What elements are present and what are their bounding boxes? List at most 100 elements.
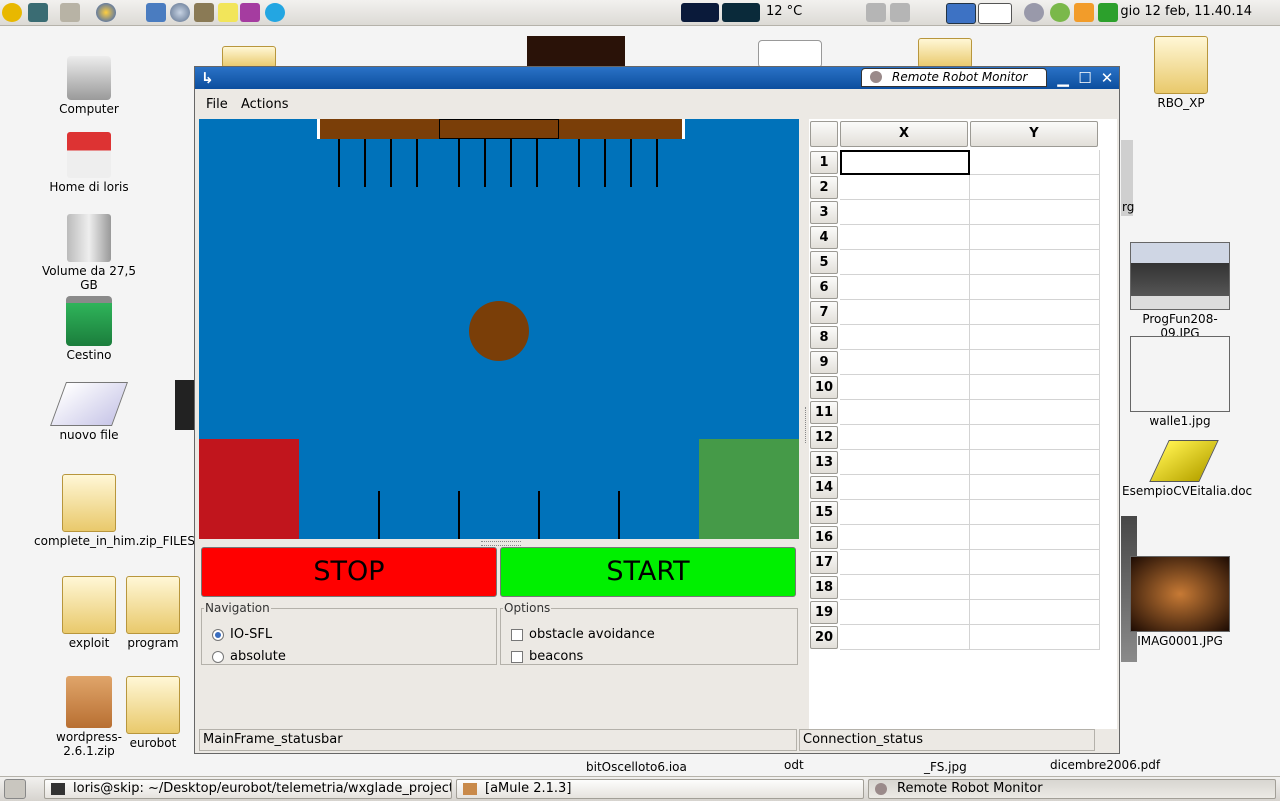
desktop-icon-computer[interactable]: Computer [34, 56, 144, 116]
row-header[interactable]: 1 [810, 151, 838, 174]
title-bar[interactable]: ↳ Remote Robot Monitor ▁ ☐ ✕ [195, 67, 1119, 89]
desktop-icon-esempiocv[interactable]: EsempioCVEitalia.doc [1122, 440, 1252, 498]
coordinates-grid[interactable]: X Y 1 2 3 4 5 6 7 8 9 10 11 12 13 14 15 16 17 18 19 20 [809, 119, 1117, 729]
folder-icon[interactable] [918, 38, 972, 68]
row-header[interactable]: 6 [810, 276, 838, 299]
desktop-icon-label[interactable]: bitOscelloto6.ioa [586, 760, 687, 774]
grid-cell-x[interactable] [840, 400, 970, 425]
row-header[interactable]: 7 [810, 301, 838, 324]
row-header[interactable]: 4 [810, 226, 838, 249]
checkbox-indicator[interactable] [511, 650, 523, 663]
grid-cell-x[interactable] [840, 525, 970, 550]
desktop-icon-progfun[interactable]: ProgFun208-09.JPG [1124, 242, 1236, 340]
column-header-y[interactable]: Y [970, 121, 1098, 147]
grid-cell-y[interactable] [970, 250, 1100, 275]
desktop-icon-label[interactable]: dicembre2006.pdf [1050, 758, 1160, 772]
notification-icon[interactable] [1074, 3, 1094, 22]
grid-cell-x[interactable] [840, 200, 970, 225]
skype-launcher-icon[interactable] [265, 3, 285, 22]
grid-cell-x[interactable] [840, 325, 970, 350]
task-terminal[interactable]: loris@skip: ~/Desktop/eurobot/telemetria… [44, 779, 452, 799]
editor-launcher-icon[interactable] [146, 3, 166, 22]
grid-cell-y[interactable] [970, 475, 1100, 500]
browser-launcher-icon[interactable] [96, 3, 116, 22]
desktop-icon-label[interactable]: _FS.jpg [924, 760, 967, 774]
row-header[interactable]: 2 [810, 176, 838, 199]
grid-cell-y[interactable] [970, 325, 1100, 350]
row-header[interactable]: 16 [810, 526, 838, 549]
battery-icon[interactable] [1098, 3, 1118, 22]
desktop-icon-trash[interactable]: Cestino [34, 296, 144, 362]
grid-cell-x[interactable] [840, 600, 970, 625]
menu-actions[interactable]: Actions [241, 97, 289, 112]
maximize-icon[interactable]: ☐ [1077, 70, 1093, 86]
chat-launcher-icon[interactable] [240, 3, 260, 22]
stop-button[interactable]: STOP [201, 547, 497, 597]
grid-cell-y[interactable] [970, 225, 1100, 250]
row-header[interactable]: 9 [810, 351, 838, 374]
grid-cell-x[interactable] [840, 275, 970, 300]
grid-corner[interactable] [810, 121, 838, 147]
network-icon[interactable] [1024, 3, 1044, 22]
grid-cell-x[interactable] [840, 300, 970, 325]
grid-cell-y[interactable] [970, 425, 1100, 450]
workspace-switcher-icon[interactable] [978, 3, 1012, 24]
grid-cell-y[interactable] [970, 575, 1100, 600]
row-header[interactable]: 10 [810, 376, 838, 399]
row-header[interactable]: 20 [810, 626, 838, 649]
row-header[interactable]: 18 [810, 576, 838, 599]
checkbox-obstacle-avoidance[interactable]: obstacle avoidance [511, 627, 655, 642]
grid-cell-y[interactable] [970, 550, 1100, 575]
horizontal-splitter-handle[interactable] [481, 541, 521, 546]
desktop-icon-home[interactable]: Home di loris [34, 132, 144, 194]
menu-file[interactable]: File [206, 97, 228, 112]
grid-cell-x[interactable] [840, 250, 970, 275]
task-amule[interactable]: [aMule 2.1.3] [456, 779, 864, 799]
terminal-launcher-icon[interactable] [28, 3, 48, 22]
grid-cell-y[interactable] [970, 200, 1100, 225]
desktop-icon-eurobot[interactable]: eurobot [112, 676, 194, 750]
radio-indicator[interactable] [212, 650, 224, 663]
desktop-icon-rbo-xp[interactable]: RBO_XP [1126, 36, 1236, 110]
grid-cell-y[interactable] [970, 375, 1100, 400]
minimize-icon[interactable]: ▁ [1055, 70, 1071, 86]
grid-cell-x[interactable] [840, 625, 970, 650]
grid-cell-y[interactable] [970, 275, 1100, 300]
grid-cell-y[interactable] [970, 525, 1100, 550]
grid-cell-x[interactable] [840, 475, 970, 500]
grid-cell-x[interactable] [840, 225, 970, 250]
grid-cell-x[interactable] [840, 500, 970, 525]
grid-cell-y[interactable] [970, 350, 1100, 375]
close-icon[interactable]: ✕ [1099, 70, 1115, 86]
row-header[interactable]: 11 [810, 401, 838, 424]
grid-cell-x[interactable] [840, 450, 970, 475]
grid-cell-y[interactable] [970, 625, 1100, 650]
globe-launcher-icon[interactable] [170, 3, 190, 22]
grid-cell-y[interactable] [970, 400, 1100, 425]
drive-icon[interactable] [866, 3, 886, 22]
robot-field-canvas[interactable] [199, 119, 799, 539]
grid-cell-x[interactable] [840, 575, 970, 600]
row-header[interactable]: 14 [810, 476, 838, 499]
desktop-icon-imag0001[interactable]: IMAG0001.JPG [1124, 556, 1236, 648]
desktop-icon-program[interactable]: program [112, 576, 194, 650]
workspace-1-icon[interactable] [946, 3, 976, 24]
row-header[interactable]: 13 [810, 451, 838, 474]
radio-absolute[interactable]: absolute [212, 649, 286, 664]
notes-launcher-icon[interactable] [218, 3, 238, 22]
grid-cell-x[interactable] [840, 175, 970, 200]
grid-cell-y[interactable] [970, 175, 1100, 200]
desktop-icon-new-file[interactable]: nuovo file [34, 382, 144, 442]
grid-cell-x[interactable] [840, 150, 970, 175]
grid-cell-y[interactable] [970, 300, 1100, 325]
grid-cell-y[interactable] [970, 600, 1100, 625]
desktop-icon-complete-zip-files[interactable]: complete_in_him.zip_FILES [34, 474, 195, 548]
row-header[interactable]: 3 [810, 201, 838, 224]
start-button[interactable]: START [500, 547, 796, 597]
desktop-icon-walle[interactable]: walle1.jpg [1124, 336, 1236, 428]
desktop-icon-label[interactable]: odt [784, 758, 804, 772]
grid-cell-x[interactable] [840, 375, 970, 400]
task-remote-robot-monitor[interactable]: Remote Robot Monitor [868, 779, 1276, 799]
desktop-icon-volume[interactable]: Volume da 27,5 GB [34, 214, 144, 292]
show-desktop-icon[interactable] [4, 779, 26, 799]
